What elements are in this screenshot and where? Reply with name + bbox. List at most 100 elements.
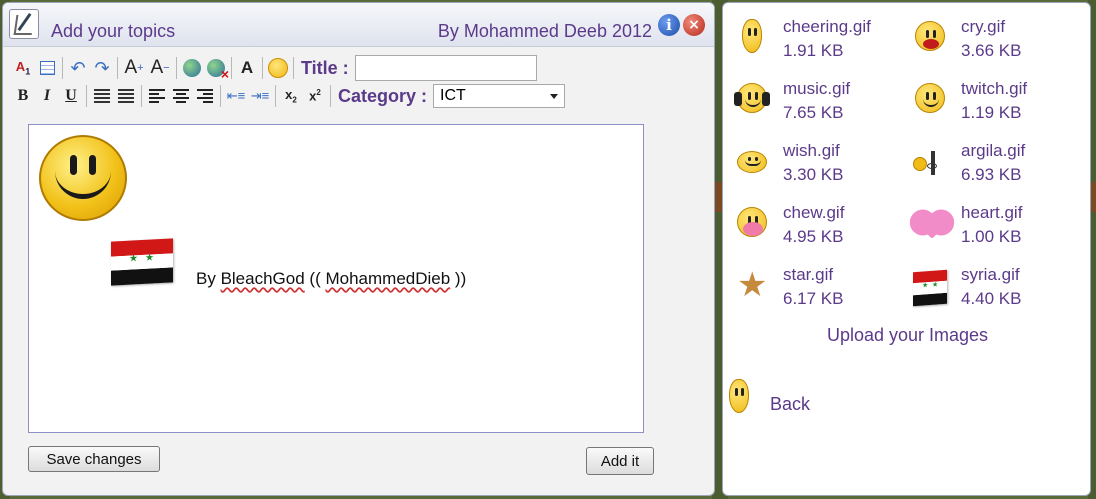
- toolbar-separator: [231, 57, 232, 79]
- file-name: music.gif: [783, 79, 851, 98]
- add-it-button[interactable]: Add it: [586, 447, 654, 475]
- undo-icon[interactable]: ↶: [66, 56, 90, 80]
- file-name: syria.gif: [961, 265, 1020, 284]
- topic-editor-window: Add your topics By Mohammed Deeb 2012 i …: [2, 2, 715, 496]
- font-color-icon[interactable]: A: [235, 56, 259, 80]
- underline-button[interactable]: U: [59, 84, 83, 108]
- syria-flag-icon: [913, 265, 947, 307]
- file-item-music[interactable]: music.gif 7.65 KB: [734, 75, 905, 125]
- argila-icon: [913, 141, 947, 179]
- chevron-down-icon: [550, 94, 559, 99]
- edit-document-icon: [9, 9, 39, 39]
- file-name: argila.gif: [961, 141, 1026, 160]
- title-input[interactable]: [354, 55, 537, 81]
- toolbar-separator: [62, 57, 63, 79]
- subscript-icon[interactable]: x2: [279, 84, 303, 108]
- editor-titlebar: Add your topics By Mohammed Deeb 2012 i …: [3, 3, 714, 47]
- toolbar-separator: [262, 57, 263, 79]
- signature-author: MohammedDieb: [325, 269, 451, 288]
- file-name: star.gif: [783, 265, 834, 284]
- formatting-toolbar-bottom: B I U ⇤≡ ⇥≡ x2 x2 Category : ICT: [11, 83, 566, 109]
- file-size: 1.19 KB: [961, 103, 1022, 122]
- redo-icon[interactable]: ↷: [90, 56, 114, 80]
- image-library-panel: cheering.gif 1.91 KB cry.gif 3.66 KB mus…: [722, 2, 1091, 496]
- signature-prefix: By: [196, 269, 221, 288]
- toolbar-separator: [330, 85, 331, 107]
- file-item-wish[interactable]: wish.gif 3.30 KB: [735, 137, 905, 187]
- author-credit: By Mohammed Deeb 2012: [437, 21, 652, 41]
- file-size: 3.66 KB: [961, 41, 1022, 60]
- indent-icon[interactable]: ⇥≡: [248, 84, 272, 108]
- file-size: 3.30 KB: [783, 165, 844, 184]
- bullet-list-icon[interactable]: [90, 84, 114, 108]
- outdent-icon[interactable]: ⇤≡: [224, 84, 248, 108]
- insert-link-icon[interactable]: [180, 56, 204, 80]
- file-size: 7.65 KB: [783, 103, 844, 122]
- twitch-icon: [913, 79, 947, 117]
- window-title: Add your topics: [51, 21, 176, 41]
- file-size: 4.95 KB: [783, 227, 844, 246]
- file-name: cheering.gif: [783, 17, 871, 36]
- file-name: chew.gif: [783, 203, 845, 222]
- toolbar-separator: [141, 85, 142, 107]
- cheering-back-icon[interactable]: [729, 379, 749, 413]
- increase-font-icon[interactable]: A +: [121, 56, 147, 80]
- category-select[interactable]: ICT: [433, 84, 566, 108]
- cheering-icon: [735, 17, 769, 55]
- rich-text-editor[interactable]: By BleachGod (( MohammedDieb )): [28, 124, 644, 433]
- signature-name: BleachGod: [220, 269, 305, 288]
- file-name: heart.gif: [961, 203, 1023, 222]
- cry-icon: [913, 17, 947, 55]
- syria-flag-image: [111, 238, 173, 286]
- align-right-icon[interactable]: [193, 84, 217, 108]
- file-size: 4.40 KB: [961, 289, 1022, 308]
- file-item-heart[interactable]: heart.gif 1.00 KB: [913, 199, 1083, 249]
- remove-link-icon[interactable]: [204, 56, 229, 82]
- info-icon[interactable]: i: [658, 14, 680, 36]
- file-size: 6.17 KB: [783, 289, 844, 308]
- signature-mid: ((: [304, 269, 326, 288]
- upload-images-link[interactable]: Upload your Images: [723, 325, 1092, 346]
- heart-icon: [913, 203, 947, 241]
- toolbar-separator: [176, 57, 177, 79]
- signature-suffix: )): [450, 269, 467, 288]
- file-item-twitch[interactable]: twitch.gif 1.19 KB: [913, 75, 1083, 125]
- decrease-font-icon[interactable]: A −: [147, 56, 173, 80]
- file-item-argila[interactable]: argila.gif 6.93 KB: [913, 137, 1083, 187]
- toolbar-separator: [117, 57, 118, 79]
- file-item-cheering[interactable]: cheering.gif 1.91 KB: [735, 13, 905, 63]
- italic-button[interactable]: I: [35, 84, 59, 108]
- file-size: 1.91 KB: [783, 41, 844, 60]
- save-changes-button[interactable]: Save changes: [28, 446, 160, 472]
- align-center-icon[interactable]: [169, 84, 193, 108]
- star-icon: ★: [737, 266, 768, 304]
- music-icon: [734, 79, 770, 117]
- toolbar-separator: [293, 57, 294, 79]
- file-item-syria[interactable]: syria.gif 4.40 KB: [913, 261, 1083, 311]
- table-icon[interactable]: [35, 56, 59, 80]
- smiley-image: [39, 135, 127, 221]
- toolbar-separator: [220, 85, 221, 107]
- bold-button[interactable]: B: [11, 84, 35, 108]
- title-label: Title :: [301, 57, 349, 78]
- signature-text: By BleachGod (( MohammedDieb )): [196, 269, 466, 289]
- emoticon-icon[interactable]: [266, 56, 290, 80]
- file-item-chew[interactable]: chew.gif 4.95 KB: [735, 199, 905, 249]
- category-label: Category :: [338, 85, 428, 106]
- file-item-star[interactable]: ★ star.gif 6.17 KB: [735, 261, 905, 311]
- formatting-toolbar-top: A1 ↶ ↷ A+ A− A Title :: [11, 55, 537, 82]
- align-left-icon[interactable]: [145, 84, 169, 108]
- close-icon[interactable]: ×: [683, 14, 705, 36]
- numbered-list-icon[interactable]: [114, 84, 138, 108]
- file-name: cry.gif: [961, 17, 1006, 36]
- file-size: 1.00 KB: [961, 227, 1022, 246]
- toolbar-separator: [86, 85, 87, 107]
- file-name: twitch.gif: [961, 79, 1028, 98]
- file-item-cry[interactable]: cry.gif 3.66 KB: [913, 13, 1083, 63]
- spellcheck-icon[interactable]: A1: [11, 56, 35, 80]
- back-link[interactable]: Back: [770, 394, 810, 415]
- category-value: ICT: [440, 87, 466, 104]
- chew-icon: [735, 203, 769, 241]
- superscript-icon[interactable]: x2: [303, 84, 327, 108]
- file-name: wish.gif: [783, 141, 840, 160]
